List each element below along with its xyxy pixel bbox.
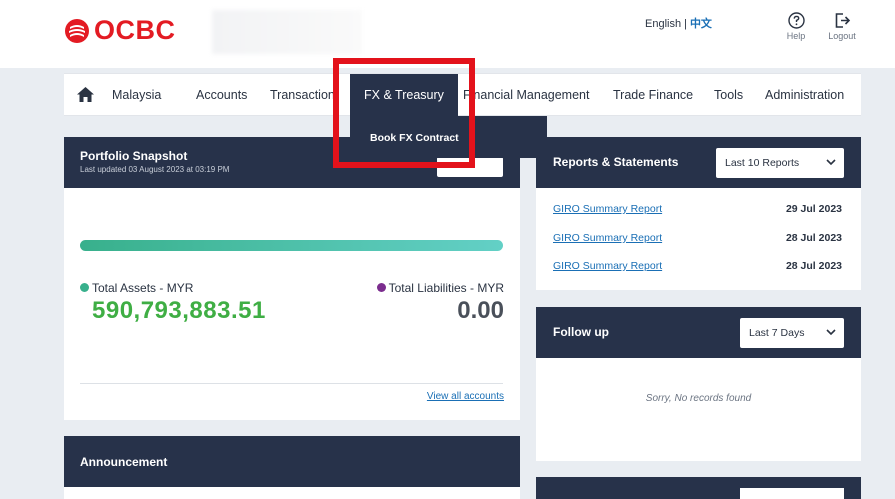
portfolio-title: Portfolio Snapshot: [80, 149, 188, 163]
reports-statements-card: Reports & Statements Last 10 Reports GIR…: [536, 137, 861, 290]
help-label: Help: [786, 31, 806, 41]
report-row: GIRO Summary Report 28 Jul 2023: [553, 260, 842, 272]
nav-item-financial-management[interactable]: Financial Management: [463, 74, 589, 117]
total-liabilities-label-wrap: Total Liabilities - MYR: [376, 281, 504, 295]
report-date: 28 Jul 2023: [785, 232, 842, 244]
logout-label: Logout: [828, 31, 856, 41]
reports-filter-value: Last 10 Reports: [725, 157, 800, 169]
total-liabilities-label: Total Liabilities - MYR: [388, 281, 504, 295]
logout-button[interactable]: Logout: [824, 12, 860, 41]
liabilities-dot-icon: [376, 283, 386, 292]
reports-filter-select[interactable]: Last 10 Reports: [716, 148, 844, 178]
next-card-filter-select[interactable]: [740, 488, 844, 499]
report-link[interactable]: GIRO Summary Report: [553, 260, 662, 272]
report-row: GIRO Summary Report 28 Jul 2023: [553, 232, 842, 244]
home-icon: [77, 87, 94, 102]
follow-up-filter-value: Last 7 Days: [749, 327, 805, 339]
announcement-header: Announcement: [64, 436, 520, 487]
report-date: 28 Jul 2023: [785, 260, 842, 272]
report-link[interactable]: GIRO Summary Report: [553, 203, 662, 215]
nav-item-accounts[interactable]: Accounts: [196, 74, 247, 117]
nav-item-administration[interactable]: Administration: [765, 74, 844, 117]
nav-item-fx-treasury[interactable]: FX & Treasury: [350, 74, 458, 117]
brand-name: OCBC: [94, 15, 176, 45]
chevron-down-icon: [826, 329, 836, 336]
total-assets-label-wrap: Total Assets - MYR: [80, 281, 193, 295]
language-chinese[interactable]: 中文: [690, 18, 712, 30]
next-card: [536, 477, 861, 499]
language-switcher: English | 中文: [645, 15, 712, 31]
nav-item-tools[interactable]: Tools: [714, 74, 743, 117]
total-assets-label: Total Assets - MYR: [92, 281, 194, 295]
main-navigation: Malaysia Accounts Transaction FX & Treas…: [64, 73, 861, 117]
reports-header: Reports & Statements Last 10 Reports: [536, 137, 861, 188]
follow-up-header: Follow up Last 7 Days: [536, 307, 861, 358]
ocbc-logo-mark-icon: [65, 18, 89, 43]
nav-item-trade-finance[interactable]: Trade Finance: [613, 74, 693, 117]
portfolio-last-updated: Last updated 03 August 2023 at 03:19 PM: [80, 165, 230, 174]
help-button[interactable]: Help: [782, 12, 810, 41]
report-row: GIRO Summary Report 29 Jul 2023: [553, 203, 842, 215]
follow-up-card: Follow up Last 7 Days Sorry, No records …: [536, 307, 861, 461]
nav-home[interactable]: [76, 86, 95, 106]
nav-item-malaysia[interactable]: Malaysia: [112, 74, 161, 117]
help-icon: [787, 12, 805, 29]
total-liabilities-value: 0.00: [457, 297, 504, 324]
next-card-header: [536, 477, 861, 499]
total-assets-value: 590,793,883.51: [92, 297, 266, 324]
fx-treasury-dropdown: Book FX Contract: [350, 116, 547, 158]
logout-icon: [835, 13, 850, 28]
no-records-message: Sorry, No records found: [645, 393, 752, 404]
divider: [80, 383, 503, 384]
portfolio-snapshot-card: Portfolio Snapshot Last updated 03 Augus…: [64, 137, 520, 420]
ocbc-logo[interactable]: OCBC: [64, 15, 176, 46]
announcement-title: Announcement: [80, 455, 168, 469]
follow-up-filter-select[interactable]: Last 7 Days: [740, 318, 844, 348]
announcement-card: Announcement: [64, 436, 520, 499]
assets-dot-icon: [80, 283, 89, 292]
report-date: 29 Jul 2023: [785, 203, 842, 215]
reports-title: Reports & Statements: [553, 155, 679, 169]
blurred-company-info: [212, 10, 362, 54]
assets-liabilities-bar: [80, 240, 503, 251]
chevron-down-icon: [826, 159, 836, 166]
report-link[interactable]: GIRO Summary Report: [553, 232, 662, 244]
language-separator: |: [684, 18, 687, 30]
top-header: OCBC English | 中文 Help Logout: [0, 0, 895, 68]
language-english[interactable]: English: [645, 18, 681, 30]
book-fx-contract-menu-item[interactable]: Book FX Contract: [370, 132, 459, 144]
follow-up-title: Follow up: [553, 325, 609, 339]
portfolio-action-button[interactable]: [437, 157, 503, 177]
view-all-accounts-link[interactable]: View all accounts: [427, 391, 504, 402]
nav-item-transaction[interactable]: Transaction: [270, 74, 335, 117]
